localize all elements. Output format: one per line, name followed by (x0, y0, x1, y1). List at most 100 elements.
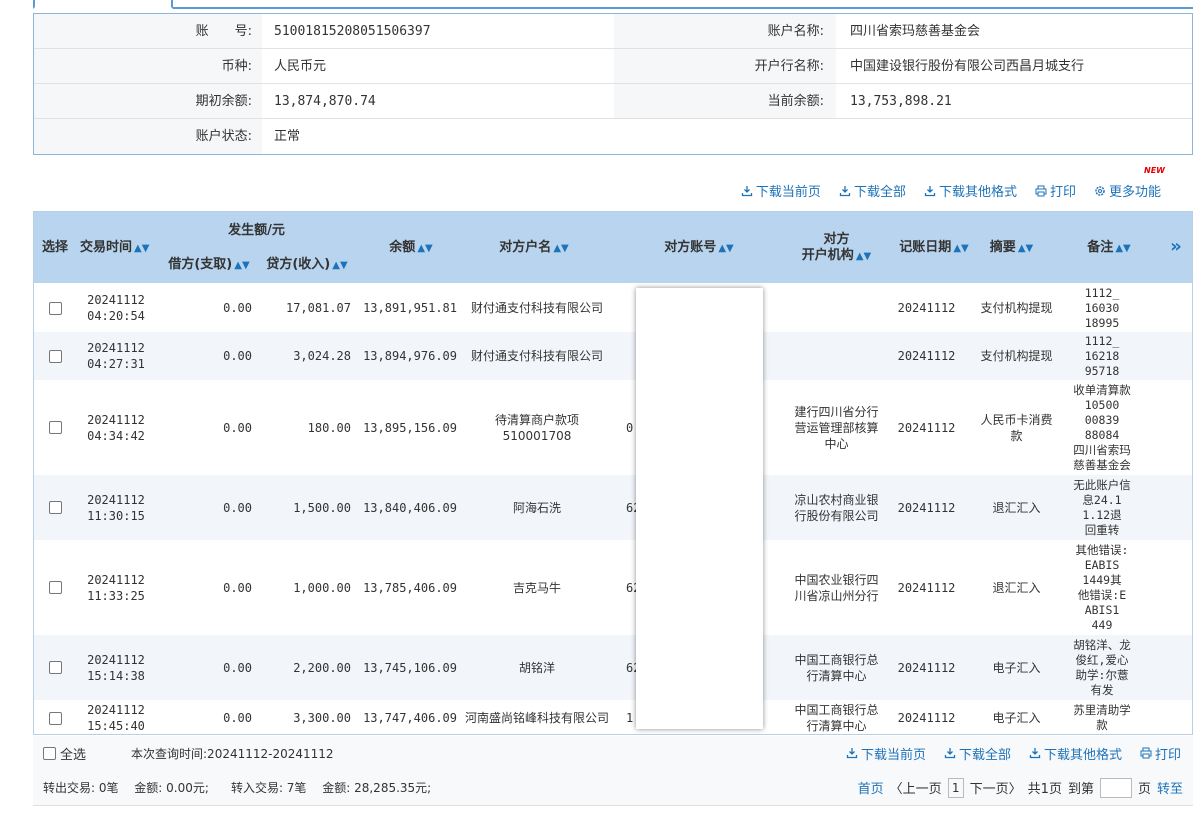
row-checkbox-input[interactable] (48, 421, 62, 434)
footer-toolbar: 下载当前页 下载全部 下载其他格式 打印 (846, 744, 1181, 763)
row-checkbox[interactable] (44, 284, 66, 332)
header-time[interactable]: 交易时间 ▲▼ (80, 240, 160, 257)
row-checkbox[interactable] (44, 635, 66, 700)
footer-print-button[interactable]: 打印 (1140, 744, 1181, 763)
download-icon (944, 748, 956, 759)
print-button[interactable]: 打印 (1035, 181, 1076, 200)
cell-summary: 支付机构提现 (979, 284, 1054, 332)
cell-balance: 13,894,976.09 (359, 332, 457, 380)
download-page-button[interactable]: 下载当前页 (741, 181, 821, 200)
row-checkbox[interactable] (44, 380, 66, 475)
tab-active[interactable] (33, 0, 173, 9)
cell-balance-text: 13,785,406.09 (363, 580, 457, 595)
download-icon (839, 185, 851, 196)
time-clock: 04:20:54 (87, 309, 145, 323)
table-row[interactable]: 20241112 04:34:42 0.00 180.00 13,895,156.09 待… (34, 380, 1192, 475)
cell-credit-text: 180.00 (307, 420, 351, 435)
sort-icon[interactable]: ▲▼ (1115, 243, 1130, 254)
header-balance[interactable]: 余额 ▲▼ (366, 240, 456, 257)
table-row[interactable]: 20241112 11:33:25 0.00 1,000.00 13,785,406.0… (34, 540, 1192, 635)
row-checkbox[interactable] (44, 540, 66, 635)
cell-debit: 0.00 (164, 700, 252, 734)
cell-counterparty-bank: 中国农业银行四川省凉山州分行 (789, 540, 884, 635)
download-other-button[interactable]: 下载其他格式 (924, 181, 1017, 200)
header-credit-label: 贷方(收入) (266, 257, 331, 272)
prev-page-link[interactable]: 〈上一页 (890, 778, 942, 797)
cell-counterparty-name-text: 阿海石洗 (512, 500, 561, 515)
cell-counterparty-name: 河南盛尚铭峰科技有限公司 (462, 700, 612, 734)
empty-value (836, 119, 1192, 154)
header-counterparty-name[interactable]: 对方户名 ▲▼ (474, 240, 594, 257)
table-row[interactable]: 20241112 11:30:15 0.00 1,500.00 13,840,406.0… (34, 475, 1192, 540)
row-checkbox-input[interactable] (48, 711, 62, 725)
footer-download-all-button[interactable]: 下载全部 (944, 744, 1011, 763)
account-name-value: 四川省索玛慈善基金会 (850, 24, 981, 39)
time-text: 20241112 04:27:31 (87, 340, 145, 372)
footer-summary: 转出交易: 0笔 金额: 0.00元; 转入交易: 7笔 金额: 28,285.… (33, 770, 1193, 806)
sort-icon[interactable]: ▲▼ (234, 260, 249, 271)
sort-icon[interactable]: ▲▼ (718, 243, 733, 254)
next-page-link[interactable]: 下一页〉 (970, 778, 1022, 797)
sort-icon[interactable]: ▲▼ (332, 260, 347, 271)
cell-debit-text: 0.00 (223, 500, 252, 515)
expand-columns-button[interactable]: » (1162, 238, 1190, 256)
header-counterparty-bank[interactable]: 对方 开户机构 ▲▼ (784, 232, 889, 265)
cell-debit: 0.00 (164, 332, 252, 380)
cell-time: 20241112 11:30:15 (76, 475, 156, 540)
row-checkbox-input[interactable] (48, 349, 62, 363)
footer-print-label: 打印 (1154, 747, 1181, 763)
cell-debit-text: 0.00 (223, 420, 252, 435)
row-checkbox-input[interactable] (48, 301, 62, 315)
row-checkbox-input[interactable] (48, 581, 62, 594)
download-icon (924, 185, 936, 196)
goto-page-input[interactable] (1099, 777, 1132, 798)
cell-remark: 收单清算款 10500 00839 88084 四川省索玛 慈善基金会 (1062, 380, 1142, 475)
cell-post-date: 20241112 (894, 700, 959, 734)
header-summary[interactable]: 摘要 ▲▼ (979, 240, 1044, 257)
row-checkbox-input[interactable] (48, 661, 62, 674)
select-all[interactable]: 全选 (43, 744, 86, 763)
cell-credit: 1,000.00 (258, 540, 351, 635)
more-functions-button[interactable]: 更多功能 (1094, 181, 1161, 200)
row-checkbox-input[interactable] (48, 501, 62, 514)
cell-counterparty-bank: 中国工商银行总行清算中心 (789, 700, 884, 734)
table-row[interactable]: 20241112 15:14:38 0.00 2,200.00 13,745,106.0… (34, 635, 1192, 700)
cell-counterparty-bank: 中国工商银行总行清算中心 (789, 635, 884, 700)
sort-icon[interactable]: ▲▼ (856, 251, 871, 262)
row-checkbox[interactable] (44, 700, 66, 734)
row-checkbox[interactable] (44, 475, 66, 540)
cell-balance: 13,840,406.09 (359, 475, 457, 540)
cell-remark: 无此账户信 息24.1 1.12退 回重转 (1062, 475, 1142, 540)
footer-download-other-button[interactable]: 下载其他格式 (1029, 744, 1122, 763)
cell-credit: 1,500.00 (258, 475, 351, 540)
sort-icon[interactable]: ▲▼ (134, 243, 149, 254)
header-counterparty-bank-line2: 开户机构 (801, 248, 854, 263)
header-credit[interactable]: 贷方(收入) ▲▼ (262, 257, 352, 274)
account-number-value: 51001815208051506397 (274, 24, 431, 39)
cell-counterparty-bank-text: 凉山农村商业银行股份有限公司 (794, 492, 879, 523)
header-post-date[interactable]: 记账日期 ▲▼ (894, 240, 974, 257)
sort-icon[interactable]: ▲▼ (1018, 243, 1033, 254)
current-balance-value: 13,753,898.21 (850, 94, 952, 109)
cell-balance: 13,747,406.09 (359, 700, 457, 734)
gear-icon (1095, 185, 1105, 196)
header-counterparty-account[interactable]: 对方账号 ▲▼ (639, 240, 759, 257)
table-row[interactable]: 20241112 04:20:54 0.00 17,081.07 13,891,951.… (34, 284, 1192, 332)
table-row[interactable]: 20241112 04:27:31 0.00 3,024.28 13,894,976.0… (34, 332, 1192, 380)
current-page[interactable]: 1 (947, 777, 964, 798)
table-row[interactable]: 20241112 15:45:40 0.00 3,300.00 13,747,406.0… (34, 700, 1192, 734)
cell-summary-text: 退汇汇入 (992, 580, 1041, 595)
first-page-link[interactable]: 首页 (858, 778, 884, 797)
row-checkbox[interactable] (44, 332, 66, 380)
sort-icon[interactable]: ▲▼ (417, 243, 432, 254)
goto-button[interactable]: 转至 (1157, 778, 1183, 797)
select-all-checkbox[interactable] (43, 746, 56, 760)
time-clock: 15:45:40 (87, 719, 145, 733)
header-debit[interactable]: 借方(支取) ▲▼ (164, 257, 254, 274)
sort-icon[interactable]: ▲▼ (553, 243, 568, 254)
footer-download-page-button[interactable]: 下载当前页 (846, 744, 926, 763)
sort-icon[interactable]: ▲▼ (953, 243, 968, 254)
download-all-button[interactable]: 下载全部 (839, 181, 906, 200)
cell-post-date: 20241112 (894, 380, 959, 475)
header-remark[interactable]: 备注 ▲▼ (1079, 240, 1139, 257)
